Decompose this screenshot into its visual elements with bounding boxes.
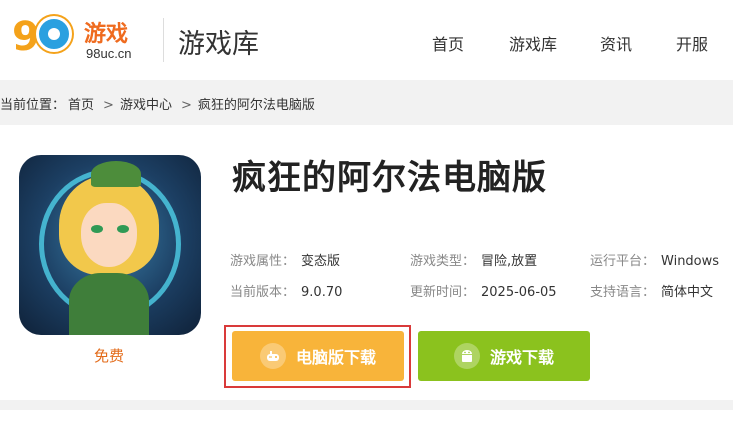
next-section — [0, 410, 733, 441]
pc-download-label: 电脑版下载 — [295, 348, 376, 367]
attr-update-time: 更新时间： 2025-06-05 — [410, 285, 557, 300]
gamepad-icon — [259, 343, 286, 369]
breadcrumb-separator: > — [103, 98, 114, 113]
attr-language: 支持语言： 简体中文 — [590, 285, 714, 300]
logo-number: 9 — [12, 14, 40, 60]
attr-platform: 运行平台： Windows — [590, 254, 720, 269]
logo-eight-icon — [36, 16, 72, 52]
breadcrumb-game-center[interactable]: 游戏中心 — [120, 98, 172, 113]
breadcrumb: 当前位置： 首页 > 游戏中心 > 疯狂的阿尔法电脑版 — [0, 94, 318, 113]
breadcrumb-home[interactable]: 首页 — [68, 98, 94, 113]
attr-version: 当前版本： 9.0.70 — [230, 285, 343, 300]
nav-server-open[interactable]: 开服 — [676, 31, 708, 55]
attr-game-attribute: 游戏属性： 变态版 — [230, 254, 341, 269]
nav-news[interactable]: 资讯 — [600, 31, 632, 55]
site-header: 9 游戏 98uc.cn 游戏库 首页 游戏库 资讯 开服 — [0, 0, 733, 80]
game-title: 疯狂的阿尔法电脑版 — [232, 158, 547, 198]
breadcrumb-separator: > — [180, 98, 192, 113]
android-icon — [453, 343, 480, 369]
game-download-button[interactable]: 游戏下载 — [418, 331, 590, 381]
logo-domain: 98uc.cn — [86, 46, 132, 61]
attr-game-type: 游戏类型： 冒险,放置 — [410, 254, 538, 269]
nav-home[interactable]: 首页 — [432, 31, 464, 55]
pc-download-button[interactable]: 电脑版下载 — [232, 331, 404, 381]
header-divider — [163, 18, 164, 62]
game-download-label: 游戏下载 — [489, 348, 554, 367]
nav-game-library[interactable]: 游戏库 — [509, 31, 557, 55]
game-icon — [19, 155, 201, 335]
price-tag: 免费 — [94, 347, 125, 365]
logo-brand: 游戏 — [84, 22, 129, 47]
site-logo[interactable]: 9 游戏 98uc.cn — [10, 14, 150, 66]
section-title: 游戏库 — [178, 29, 259, 60]
breadcrumb-prefix: 当前位置： — [0, 98, 66, 113]
breadcrumb-current[interactable]: 疯狂的阿尔法电脑版 — [198, 98, 315, 113]
